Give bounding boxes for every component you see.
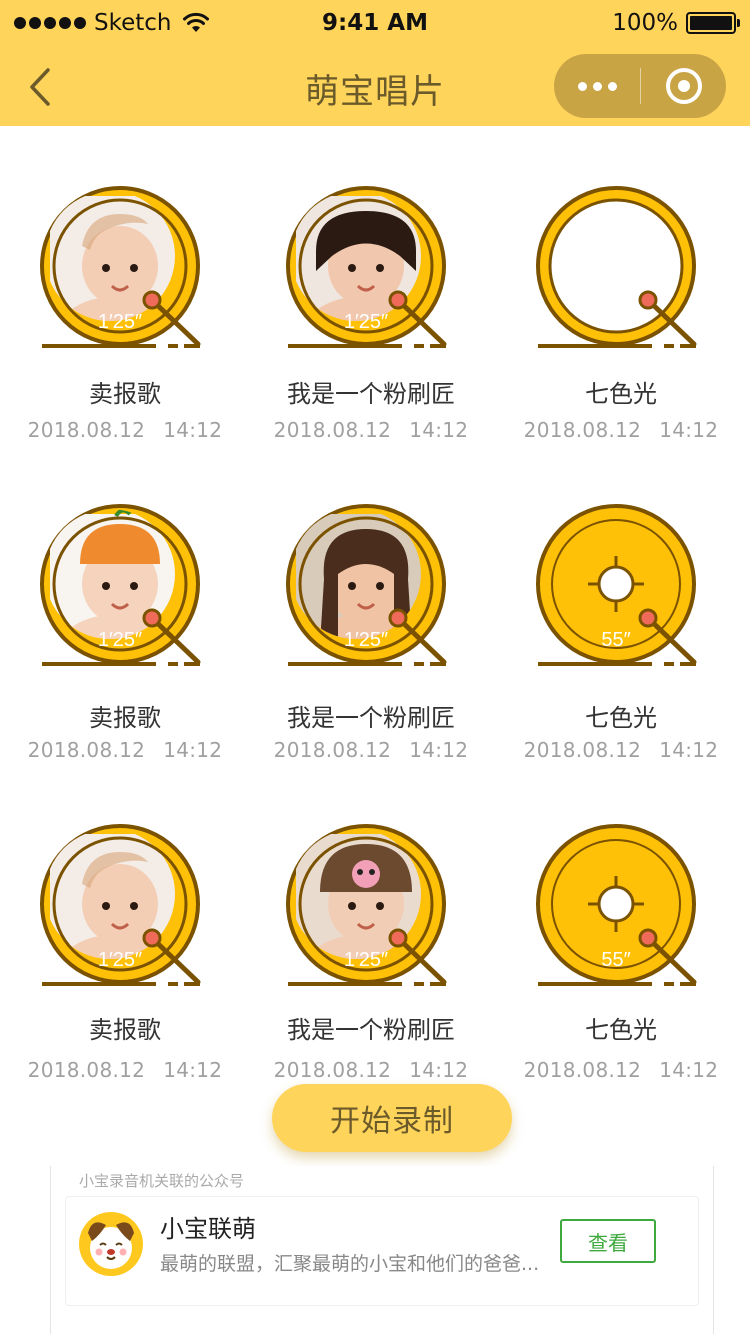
start-recording-button[interactable]: 开始录制 (272, 1084, 512, 1152)
nav-header: Sketch 9:41 AM 100% 萌宝唱片 (0, 0, 750, 126)
record-date: 2018.08.12 14:12 (246, 1058, 496, 1082)
record-duration: 1′25″ (98, 629, 142, 651)
official-account-name: 小宝联萌 (160, 1215, 256, 1243)
record-title: 七色光 (585, 704, 657, 732)
record-date-value: 2018.08.12 (523, 738, 642, 762)
record-time-value: 14:12 (409, 738, 469, 762)
app-screen: Sketch 9:41 AM 100% 萌宝唱片 1′25″ 卖报歌 2018.… (0, 0, 750, 1334)
record-time-value: 14:12 (659, 418, 719, 442)
record-date: 2018.08.12 14:12 (496, 738, 746, 762)
record-time-value: 14:12 (163, 1058, 223, 1082)
baby-photo-record-icon: 1′25″ (286, 824, 447, 986)
record-duration: 1′25″ (98, 311, 142, 333)
mini-program-capsule (554, 54, 726, 118)
status-bar: Sketch 9:41 AM 100% (0, 0, 750, 48)
cartoon-dog-avatar-icon (79, 1212, 143, 1276)
target-circle-icon[interactable] (641, 54, 726, 118)
record-duration: 1′25″ (344, 949, 388, 971)
empty-record-icon (536, 186, 697, 348)
record-date-value: 2018.08.12 (273, 738, 392, 762)
record-date-value: 2018.08.12 (523, 1058, 642, 1082)
record-title: 七色光 (585, 1016, 657, 1044)
record-date-value: 2018.08.12 (523, 418, 642, 442)
record-time-value: 14:12 (163, 738, 223, 762)
baby-photo-record-icon: 1′25″ (286, 504, 447, 666)
record-time-value: 14:12 (409, 418, 469, 442)
record-date: 2018.08.12 14:12 (0, 738, 250, 762)
record-date: 2018.08.12 14:12 (0, 1058, 250, 1082)
record-date: 2018.08.12 14:12 (496, 418, 746, 442)
record-date: 2018.08.12 14:12 (0, 418, 250, 442)
record-date: 2018.08.12 14:12 (246, 418, 496, 442)
record-date-value: 2018.08.12 (27, 738, 146, 762)
record-date: 2018.08.12 14:12 (246, 738, 496, 762)
record-title: 我是一个粉刷匠 (287, 380, 455, 408)
record-duration: 1′25″ (344, 311, 388, 333)
baby-photo-record-icon: 1′25″ (286, 186, 447, 348)
official-account-caption: 小宝录音机关联的公众号 (79, 1172, 245, 1190)
record-time-value: 14:12 (409, 1058, 469, 1082)
record-date-value: 2018.08.12 (27, 418, 146, 442)
record-date: 2018.08.12 14:12 (496, 1058, 746, 1082)
more-dots-icon[interactable] (554, 54, 640, 118)
record-time-value: 14:12 (659, 738, 719, 762)
status-right: 100% (612, 10, 740, 36)
vinyl-record-icon: 55″ (536, 824, 697, 986)
baby-photo-record-icon: 1′25″ (40, 504, 201, 666)
record-title: 卖报歌 (89, 704, 161, 732)
record-title: 七色光 (585, 380, 657, 408)
record-duration: 55″ (601, 949, 630, 971)
official-account-panel: 小宝录音机关联的公众号 小宝联萌 最萌的联盟，汇聚最萌的小宝和他们的爸爸... … (50, 1166, 714, 1334)
record-time-value: 14:12 (163, 418, 223, 442)
record-title: 我是一个粉刷匠 (287, 704, 455, 732)
view-button[interactable]: 查看 (560, 1219, 656, 1263)
record-time-value: 14:12 (659, 1058, 719, 1082)
baby-photo-record-icon: 1′25″ (40, 824, 201, 986)
baby-photo-record-icon: 1′25″ (40, 186, 201, 348)
battery-percent: 100% (612, 10, 678, 36)
record-title: 卖报歌 (89, 380, 161, 408)
battery-icon (686, 12, 740, 34)
record-title: 卖报歌 (89, 1016, 161, 1044)
record-title: 我是一个粉刷匠 (287, 1016, 455, 1044)
vinyl-record-icon: 55″ (536, 504, 697, 666)
record-duration: 1′25″ (98, 949, 142, 971)
record-date-value: 2018.08.12 (27, 1058, 146, 1082)
record-date-value: 2018.08.12 (273, 418, 392, 442)
record-duration: 1′25″ (344, 629, 388, 651)
record-date-value: 2018.08.12 (273, 1058, 392, 1082)
official-account-description: 最萌的联盟，汇聚最萌的小宝和他们的爸爸... (160, 1253, 540, 1275)
record-duration: 55″ (601, 629, 630, 651)
official-account-card[interactable]: 小宝联萌 最萌的联盟，汇聚最萌的小宝和他们的爸爸... 查看 (65, 1196, 699, 1306)
